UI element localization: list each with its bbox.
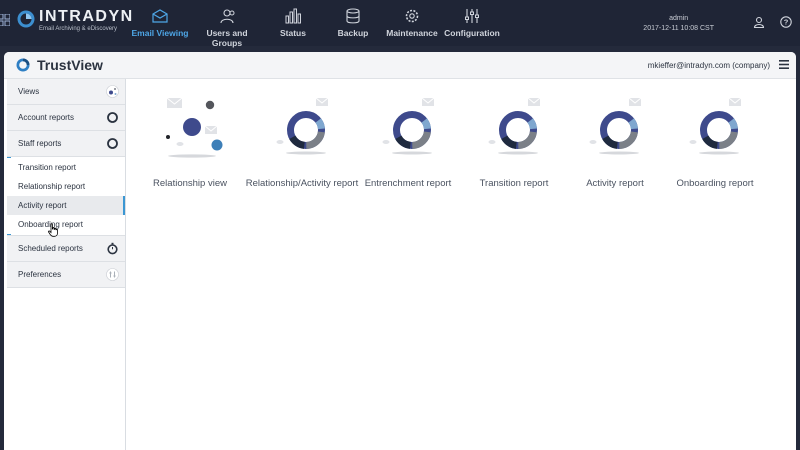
svg-text:?: ? — [784, 18, 789, 27]
brand-name: INTRADYN — [39, 8, 134, 25]
nav-maintenance[interactable]: Maintenance — [386, 0, 438, 46]
trustview-logo-icon — [16, 58, 30, 72]
current-datetime: 2017-12-11 10:08 CST — [643, 25, 714, 32]
nav-label: Email Viewing — [131, 28, 189, 38]
trustview-panel: TrustView mkieffer@intradyn.com (company… — [4, 52, 796, 450]
donut-chart-icon — [276, 97, 329, 155]
stopwatch-icon — [107, 242, 118, 255]
users-icon — [220, 9, 235, 24]
sidebar-item-views[interactable]: Views — [7, 79, 125, 105]
nav-label: Maintenance — [386, 28, 438, 38]
sidebar-item-scheduled-reports[interactable]: Scheduled reports — [7, 235, 125, 262]
sidebar: Views Account reports Staff reports Tran… — [7, 79, 126, 450]
sidebar-subitem-relationship-report[interactable]: Relationship report — [7, 177, 125, 196]
account-email[interactable]: mkieffer@intradyn.com (company) — [648, 61, 770, 70]
help-icon[interactable]: ? — [780, 16, 792, 28]
intradyn-logo-icon — [17, 10, 35, 28]
views-icon — [106, 85, 119, 98]
sidebar-item-label: Scheduled reports — [18, 244, 83, 253]
relationship-bubbles-icon — [166, 97, 223, 158]
user-info: admin 2017-12-11 10:08 CST — [643, 14, 714, 34]
sliders-icon — [465, 9, 479, 23]
panel-title: TrustView — [37, 57, 103, 73]
tile-entrenchment-report[interactable]: Entrenchment report — [348, 94, 468, 204]
sidebar-subitem-transition-report[interactable]: Transition report — [7, 158, 125, 177]
sidebar-subitem-activity-report[interactable]: Activity report — [7, 196, 125, 215]
tile-relationship-view[interactable]: Relationship view — [130, 94, 250, 204]
username: admin — [669, 15, 689, 22]
nav-users-and-groups[interactable]: Users and Groups — [191, 0, 263, 48]
sidebar-item-label: Preferences — [18, 270, 62, 279]
tile-caption: Relationship/Activity report — [245, 178, 359, 189]
nav-configuration[interactable]: Configuration — [444, 0, 500, 46]
bar-chart-icon — [285, 8, 301, 24]
sidebar-item-label: Views — [18, 87, 40, 96]
preferences-icon — [106, 268, 119, 281]
envelope-icon — [152, 9, 168, 23]
nav-label: Configuration — [444, 28, 500, 38]
tile-onboarding-report[interactable]: Onboarding report — [655, 94, 775, 204]
tile-caption: Onboarding report — [676, 178, 754, 189]
sidebar-item-label: Staff reports — [18, 139, 62, 148]
sidebar-subitem-label: Relationship report — [18, 182, 86, 191]
sidebar-item-preferences[interactable]: Preferences — [7, 262, 125, 288]
top-navigation-bar: INTRADYN Email Archiving & eDiscovery Em… — [0, 0, 800, 48]
sidebar-subitem-label: Transition report — [18, 163, 76, 172]
ring-icon — [107, 112, 118, 123]
tile-relationship-activity-report[interactable]: Relationship/Activity report — [242, 94, 362, 204]
nav-label: Status — [280, 28, 306, 38]
user-icon[interactable] — [753, 16, 765, 28]
sidebar-subitem-label: Activity report — [18, 201, 67, 210]
nav-label: Users and Groups — [206, 28, 248, 48]
ring-icon — [107, 138, 118, 149]
nav-status[interactable]: Status — [274, 0, 312, 46]
tile-caption: Entrenchment report — [364, 178, 452, 189]
tile-caption: Relationship view — [153, 178, 227, 189]
sidebar-item-account-reports[interactable]: Account reports — [7, 105, 125, 131]
hamburger-menu-icon[interactable] — [779, 60, 789, 69]
grid-menu-icon[interactable] — [0, 14, 10, 26]
panel-header: TrustView mkieffer@intradyn.com (company… — [4, 52, 796, 79]
nav-backup[interactable]: Backup — [334, 0, 372, 46]
sidebar-item-staff-reports[interactable]: Staff reports — [7, 131, 125, 157]
donut-chart-icon — [689, 97, 742, 155]
gear-icon — [405, 9, 419, 23]
mouse-pointer-icon — [48, 223, 58, 237]
nav-email-viewing[interactable]: Email Viewing — [131, 0, 189, 46]
brand-tagline: Email Archiving & eDiscovery — [39, 26, 118, 32]
sidebar-item-label: Account reports — [18, 113, 75, 122]
donut-chart-icon — [382, 97, 435, 155]
sidebar-subitem-onboarding-report[interactable]: Onboarding report — [7, 215, 125, 234]
database-icon — [346, 8, 360, 24]
nav-label: Backup — [337, 28, 369, 38]
